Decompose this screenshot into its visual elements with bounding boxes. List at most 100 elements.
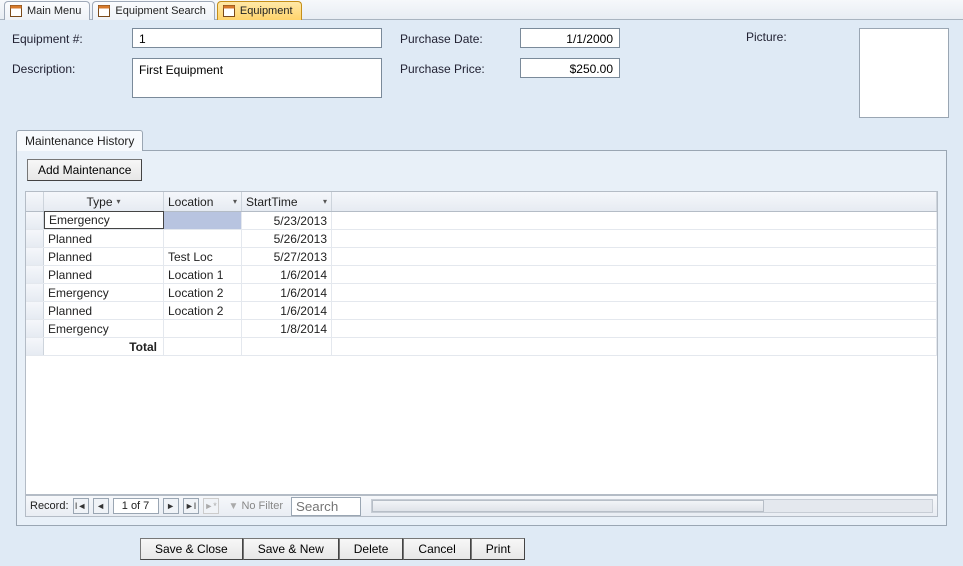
document-tabstrip: Main Menu Equipment Search Equipment xyxy=(0,0,963,20)
maintenance-tab-control: Maintenance History Add Maintenance Type… xyxy=(16,128,947,526)
picture-label: Picture: xyxy=(746,30,787,44)
table-row[interactable]: Planned 5/26/2013 xyxy=(26,230,937,248)
table-row[interactable]: PlannedLocation 11/6/2014 xyxy=(26,266,937,284)
tab-label: Main Menu xyxy=(27,5,81,17)
grid-select-all[interactable] xyxy=(26,192,44,211)
cell-type[interactable]: Emergency xyxy=(44,284,164,301)
nav-prev-button[interactable]: ◄ xyxy=(93,498,109,514)
description-input[interactable] xyxy=(137,61,377,95)
row-selector[interactable] xyxy=(26,284,44,301)
scrollbar-thumb[interactable] xyxy=(372,500,764,512)
maintenance-tab-body: Add Maintenance Type▾ Location▾ StartTim… xyxy=(16,150,947,526)
table-row[interactable]: PlannedTest Loc5/27/2013 xyxy=(26,248,937,266)
row-selector[interactable] xyxy=(26,230,44,247)
column-header-starttime[interactable]: StartTime ▾ xyxy=(242,192,332,211)
row-selector[interactable] xyxy=(26,266,44,283)
filter-icon: ▼ xyxy=(229,501,239,512)
table-row[interactable]: PlannedLocation 21/6/2014 xyxy=(26,302,937,320)
cell-type[interactable]: Planned xyxy=(44,248,164,265)
cell-starttime[interactable]: 1/6/2014 xyxy=(242,284,332,301)
cell-location[interactable]: Test Loc xyxy=(164,248,242,265)
horizontal-scrollbar[interactable] xyxy=(371,499,933,513)
cell-starttime[interactable]: 5/27/2013 xyxy=(242,248,332,265)
save-close-button[interactable]: Save & Close xyxy=(140,538,243,560)
tab-maintenance-history[interactable]: Maintenance History xyxy=(16,130,143,151)
tab-equipment[interactable]: Equipment xyxy=(217,1,302,20)
purchase-price-field[interactable] xyxy=(520,58,620,78)
row-selector[interactable] xyxy=(26,248,44,265)
cell-empty xyxy=(242,338,332,355)
cell-empty xyxy=(164,338,242,355)
grid-body: Emergency5/23/2013Planned5/26/2013Planne… xyxy=(26,212,937,356)
cell-spacer xyxy=(332,302,937,319)
cell-type[interactable]: Planned xyxy=(44,230,164,247)
cell-type[interactable]: Emergency xyxy=(44,320,164,337)
cell-location[interactable]: Location 2 xyxy=(164,302,242,319)
cell-location[interactable] xyxy=(164,320,242,337)
cell-starttime[interactable]: 1/6/2014 xyxy=(242,302,332,319)
cell-type[interactable]: Emergency xyxy=(44,211,164,229)
no-filter-indicator[interactable]: ▼ No Filter xyxy=(229,500,283,512)
purchase-date-label: Purchase Date: xyxy=(400,32,483,46)
cell-total-label: Total xyxy=(44,338,164,355)
nav-next-button[interactable]: ► xyxy=(163,498,179,514)
cell-location[interactable]: Location 2 xyxy=(164,284,242,301)
save-new-button[interactable]: Save & New xyxy=(243,538,339,560)
tab-equipment-search[interactable]: Equipment Search xyxy=(92,1,215,20)
table-row[interactable]: Emergency 1/8/2014 xyxy=(26,320,937,338)
cell-location[interactable] xyxy=(164,212,242,229)
tab-main-menu[interactable]: Main Menu xyxy=(4,1,90,20)
no-filter-label: No Filter xyxy=(241,500,283,512)
table-row[interactable]: EmergencyLocation 21/6/2014 xyxy=(26,284,937,302)
cell-location[interactable] xyxy=(164,230,242,247)
cell-spacer xyxy=(332,338,937,355)
cell-type[interactable]: Planned xyxy=(44,302,164,319)
cell-type[interactable]: Planned xyxy=(44,266,164,283)
column-label: Type xyxy=(86,195,112,209)
delete-button[interactable]: Delete xyxy=(339,538,404,560)
cell-spacer xyxy=(332,320,937,337)
nav-last-button[interactable]: ►I xyxy=(183,498,199,514)
purchase-date-field[interactable] xyxy=(520,28,620,48)
equipment-number-field[interactable] xyxy=(132,28,382,48)
row-selector[interactable] xyxy=(26,320,44,337)
cell-location[interactable]: Location 1 xyxy=(164,266,242,283)
print-button[interactable]: Print xyxy=(471,538,526,560)
row-selector[interactable] xyxy=(26,212,44,229)
cell-starttime[interactable]: 1/8/2014 xyxy=(242,320,332,337)
cell-starttime[interactable]: 5/26/2013 xyxy=(242,230,332,247)
nav-first-button[interactable]: I◄ xyxy=(73,498,89,514)
row-selector[interactable] xyxy=(26,302,44,319)
row-selector xyxy=(26,338,44,355)
purchase-date-input[interactable] xyxy=(525,31,615,47)
tab-label: Equipment Search xyxy=(115,5,206,17)
column-header-location[interactable]: Location ▾ xyxy=(164,192,242,211)
form-icon xyxy=(97,4,111,18)
column-label: StartTime xyxy=(246,195,298,209)
dropdown-icon: ▾ xyxy=(233,197,237,206)
form-icon xyxy=(222,4,236,18)
cell-spacer xyxy=(332,266,937,283)
column-header-spacer xyxy=(332,192,937,211)
record-search-input[interactable] xyxy=(291,497,361,516)
purchase-price-input[interactable] xyxy=(525,61,615,77)
form-footer-buttons: Save & Close Save & New Delete Cancel Pr… xyxy=(140,538,525,560)
cell-spacer xyxy=(332,284,937,301)
column-label: Location xyxy=(168,195,213,209)
picture-box[interactable] xyxy=(859,28,949,118)
table-total-row: Total xyxy=(26,338,937,356)
purchase-price-label: Purchase Price: xyxy=(400,62,485,76)
table-row[interactable]: Emergency 5/23/2013 xyxy=(26,212,937,230)
equipment-number-input[interactable] xyxy=(137,31,377,47)
dropdown-icon: ▾ xyxy=(323,197,327,206)
record-position[interactable]: 1 of 7 xyxy=(113,498,159,514)
equipment-number-label: Equipment #: xyxy=(12,32,83,46)
description-field[interactable] xyxy=(132,58,382,98)
add-maintenance-button[interactable]: Add Maintenance xyxy=(27,159,142,181)
cancel-button[interactable]: Cancel xyxy=(403,538,470,560)
cell-starttime[interactable]: 5/23/2013 xyxy=(242,212,332,229)
cell-spacer xyxy=(332,212,937,229)
cell-spacer xyxy=(332,230,937,247)
column-header-type[interactable]: Type▾ xyxy=(44,192,164,211)
cell-starttime[interactable]: 1/6/2014 xyxy=(242,266,332,283)
